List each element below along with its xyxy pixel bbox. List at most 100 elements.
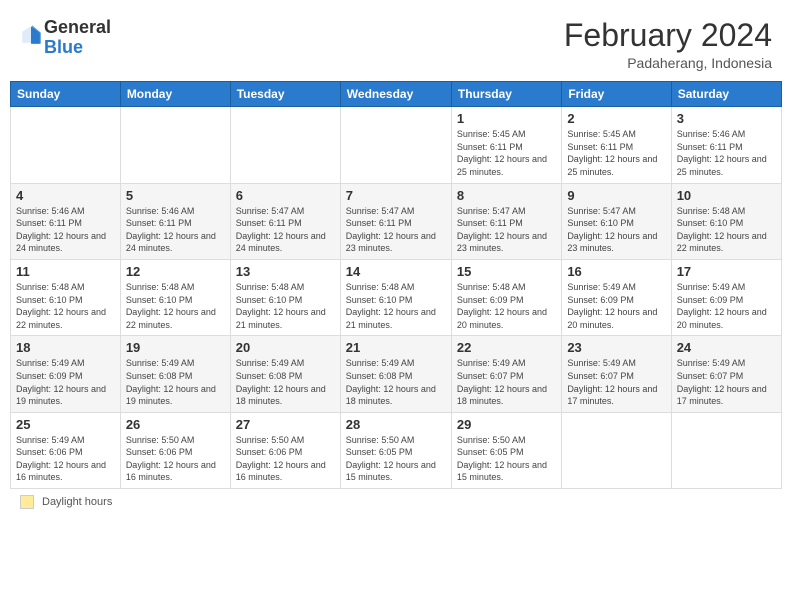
day-number: 9 <box>567 188 665 203</box>
day-info: Sunrise: 5:50 AM Sunset: 6:06 PM Dayligh… <box>126 434 225 484</box>
day-info: Sunrise: 5:46 AM Sunset: 6:11 PM Dayligh… <box>677 128 776 178</box>
day-number: 26 <box>126 417 225 432</box>
day-info: Sunrise: 5:49 AM Sunset: 6:09 PM Dayligh… <box>677 281 776 331</box>
day-info: Sunrise: 5:49 AM Sunset: 6:07 PM Dayligh… <box>567 357 665 407</box>
daylight-box <box>20 495 34 509</box>
day-info: Sunrise: 5:50 AM Sunset: 6:05 PM Dayligh… <box>457 434 556 484</box>
day-number: 10 <box>677 188 776 203</box>
calendar-day-cell: 9 Sunrise: 5:47 AM Sunset: 6:10 PM Daylig… <box>562 183 671 259</box>
day-number: 3 <box>677 111 776 126</box>
calendar-day-cell: 13 Sunrise: 5:48 AM Sunset: 6:10 PM Dayli… <box>230 259 340 335</box>
calendar-week-row: 1 Sunrise: 5:45 AM Sunset: 6:11 PM Daylig… <box>11 107 782 183</box>
day-info: Sunrise: 5:48 AM Sunset: 6:10 PM Dayligh… <box>346 281 446 331</box>
day-number: 15 <box>457 264 556 279</box>
calendar-day-cell <box>120 107 230 183</box>
calendar-week-row: 25 Sunrise: 5:49 AM Sunset: 6:06 PM Dayli… <box>11 412 782 488</box>
day-info: Sunrise: 5:48 AM Sunset: 6:09 PM Dayligh… <box>457 281 556 331</box>
day-number: 16 <box>567 264 665 279</box>
day-info: Sunrise: 5:47 AM Sunset: 6:11 PM Dayligh… <box>457 205 556 255</box>
calendar-weekday-header: Sunday <box>11 82 121 107</box>
day-number: 5 <box>126 188 225 203</box>
day-info: Sunrise: 5:49 AM Sunset: 6:08 PM Dayligh… <box>126 357 225 407</box>
location-subtitle: Padaherang, Indonesia <box>564 55 772 71</box>
calendar-day-cell: 2Sunrise: 5:45 AM Sunset: 6:11 PM Daylig… <box>562 107 671 183</box>
day-info: Sunrise: 5:49 AM Sunset: 6:07 PM Dayligh… <box>457 357 556 407</box>
day-number: 29 <box>457 417 556 432</box>
calendar-day-cell: 28Sunrise: 5:50 AM Sunset: 6:05 PM Dayli… <box>340 412 451 488</box>
calendar-day-cell <box>230 107 340 183</box>
calendar-weekday-header: Thursday <box>451 82 561 107</box>
calendar-day-cell: 16 Sunrise: 5:49 AM Sunset: 6:09 PM Dayli… <box>562 259 671 335</box>
day-number: 17 <box>677 264 776 279</box>
day-number: 6 <box>236 188 335 203</box>
calendar-day-cell: 8 Sunrise: 5:47 AM Sunset: 6:11 PM Daylig… <box>451 183 561 259</box>
calendar-day-cell <box>562 412 671 488</box>
calendar-day-cell: 12 Sunrise: 5:48 AM Sunset: 6:10 PM Dayli… <box>120 259 230 335</box>
calendar-day-cell: 17 Sunrise: 5:49 AM Sunset: 6:09 PM Dayli… <box>671 259 781 335</box>
calendar-week-row: 18 Sunrise: 5:49 AM Sunset: 6:09 PM Dayli… <box>11 336 782 412</box>
calendar-day-cell: 27 Sunrise: 5:50 AM Sunset: 6:06 PM Dayli… <box>230 412 340 488</box>
day-info: Sunrise: 5:48 AM Sunset: 6:10 PM Dayligh… <box>126 281 225 331</box>
day-number: 18 <box>16 340 115 355</box>
day-info: Sunrise: 5:46 AM Sunset: 6:11 PM Dayligh… <box>16 205 115 255</box>
day-info: Sunrise: 5:47 AM Sunset: 6:10 PM Dayligh… <box>567 205 665 255</box>
day-info: Sunrise: 5:48 AM Sunset: 6:10 PM Dayligh… <box>236 281 335 331</box>
day-number: 23 <box>567 340 665 355</box>
day-info: Sunrise: 5:49 AM Sunset: 6:08 PM Dayligh… <box>346 357 446 407</box>
calendar-day-cell: 24 Sunrise: 5:49 AM Sunset: 6:07 PM Dayli… <box>671 336 781 412</box>
day-number: 8 <box>457 188 556 203</box>
calendar-day-cell: 26 Sunrise: 5:50 AM Sunset: 6:06 PM Dayli… <box>120 412 230 488</box>
day-info: Sunrise: 5:48 AM Sunset: 6:10 PM Dayligh… <box>677 205 776 255</box>
daylight-label: Daylight hours <box>42 496 112 508</box>
day-info: Sunrise: 5:49 AM Sunset: 6:07 PM Dayligh… <box>677 357 776 407</box>
day-info: Sunrise: 5:49 AM Sunset: 6:06 PM Dayligh… <box>16 434 115 484</box>
day-info: Sunrise: 5:47 AM Sunset: 6:11 PM Dayligh… <box>346 205 446 255</box>
calendar-day-cell: 21Sunrise: 5:49 AM Sunset: 6:08 PM Dayli… <box>340 336 451 412</box>
day-number: 22 <box>457 340 556 355</box>
day-number: 27 <box>236 417 335 432</box>
calendar-day-cell: 18 Sunrise: 5:49 AM Sunset: 6:09 PM Dayli… <box>11 336 121 412</box>
day-number: 28 <box>346 417 446 432</box>
day-info: Sunrise: 5:49 AM Sunset: 6:08 PM Dayligh… <box>236 357 335 407</box>
calendar-weekday-header: Saturday <box>671 82 781 107</box>
calendar-day-cell: 10 Sunrise: 5:48 AM Sunset: 6:10 PM Dayli… <box>671 183 781 259</box>
day-number: 25 <box>16 417 115 432</box>
day-number: 11 <box>16 264 115 279</box>
day-info: Sunrise: 5:46 AM Sunset: 6:11 PM Dayligh… <box>126 205 225 255</box>
calendar-week-row: 4 Sunrise: 5:46 AM Sunset: 6:11 PM Daylig… <box>11 183 782 259</box>
calendar-weekday-header: Tuesday <box>230 82 340 107</box>
logo-icon <box>20 24 42 46</box>
calendar-day-cell <box>671 412 781 488</box>
calendar-week-row: 11 Sunrise: 5:48 AM Sunset: 6:10 PM Dayli… <box>11 259 782 335</box>
day-number: 12 <box>126 264 225 279</box>
calendar-weekday-header: Friday <box>562 82 671 107</box>
day-number: 2 <box>567 111 665 126</box>
day-number: 4 <box>16 188 115 203</box>
calendar-day-cell: 7 Sunrise: 5:47 AM Sunset: 6:11 PM Daylig… <box>340 183 451 259</box>
calendar-day-cell <box>11 107 121 183</box>
calendar-day-cell: 22 Sunrise: 5:49 AM Sunset: 6:07 PM Dayli… <box>451 336 561 412</box>
day-info: Sunrise: 5:49 AM Sunset: 6:09 PM Dayligh… <box>16 357 115 407</box>
day-info: Sunrise: 5:49 AM Sunset: 6:09 PM Dayligh… <box>567 281 665 331</box>
calendar-day-cell: 4 Sunrise: 5:46 AM Sunset: 6:11 PM Daylig… <box>11 183 121 259</box>
calendar-header-row: SundayMondayTuesdayWednesdayThursdayFrid… <box>11 82 782 107</box>
day-number: 24 <box>677 340 776 355</box>
day-info: Sunrise: 5:45 AM Sunset: 6:11 PM Dayligh… <box>457 128 556 178</box>
logo: GeneralBlue <box>20 18 111 58</box>
calendar-day-cell: 20 Sunrise: 5:49 AM Sunset: 6:08 PM Dayli… <box>230 336 340 412</box>
day-info: Sunrise: 5:50 AM Sunset: 6:06 PM Dayligh… <box>236 434 335 484</box>
calendar-day-cell: 23 Sunrise: 5:49 AM Sunset: 6:07 PM Dayli… <box>562 336 671 412</box>
calendar-day-cell: 5 Sunrise: 5:46 AM Sunset: 6:11 PM Daylig… <box>120 183 230 259</box>
day-number: 20 <box>236 340 335 355</box>
day-number: 13 <box>236 264 335 279</box>
day-number: 7 <box>346 188 446 203</box>
calendar-weekday-header: Monday <box>120 82 230 107</box>
day-info: Sunrise: 5:47 AM Sunset: 6:11 PM Dayligh… <box>236 205 335 255</box>
calendar-day-cell: 29 Sunrise: 5:50 AM Sunset: 6:05 PM Dayli… <box>451 412 561 488</box>
month-year-title: February 2024 <box>564 18 772 53</box>
day-info: Sunrise: 5:48 AM Sunset: 6:10 PM Dayligh… <box>16 281 115 331</box>
calendar-day-cell: 25 Sunrise: 5:49 AM Sunset: 6:06 PM Dayli… <box>11 412 121 488</box>
day-number: 1 <box>457 111 556 126</box>
calendar-day-cell: 11 Sunrise: 5:48 AM Sunset: 6:10 PM Dayli… <box>11 259 121 335</box>
day-number: 14 <box>346 264 446 279</box>
